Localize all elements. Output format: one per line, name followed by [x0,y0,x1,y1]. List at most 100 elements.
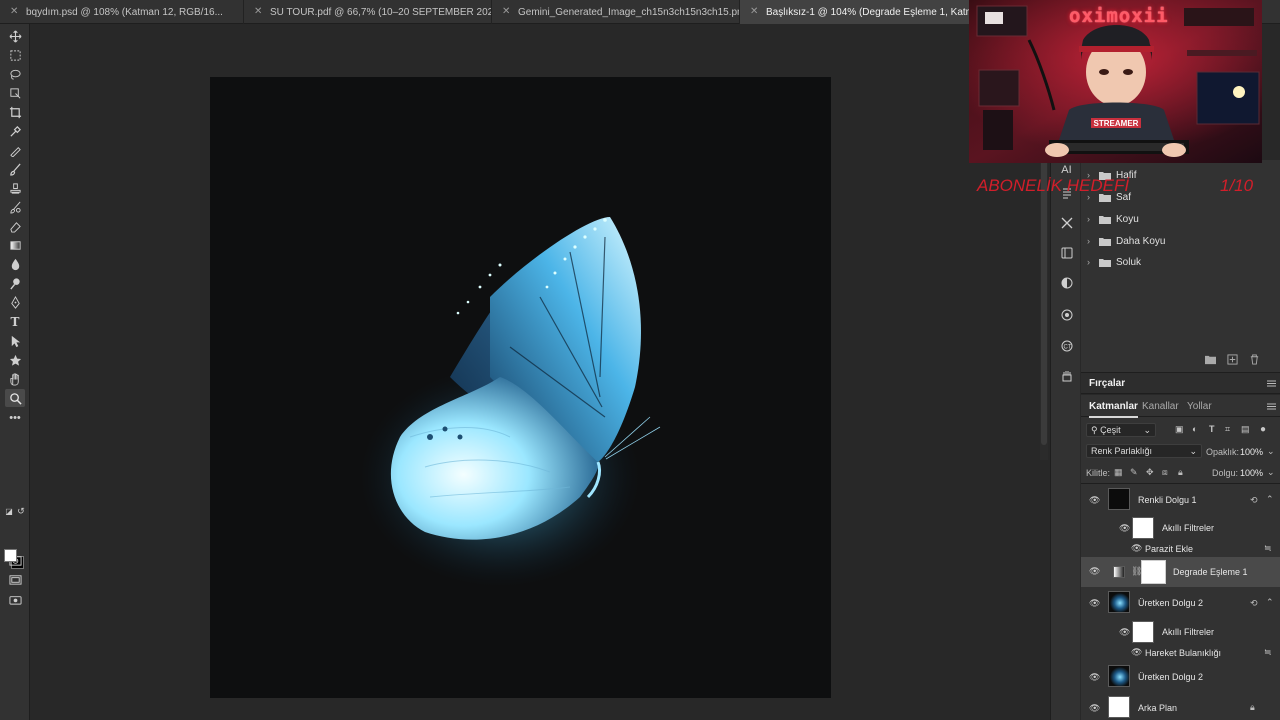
layer-name[interactable]: Arka Plan [1138,703,1177,713]
document-canvas[interactable] [210,77,831,698]
more-tools-icon[interactable]: ••• [5,409,25,427]
chevron-right-icon[interactable]: › [1087,236,1097,246]
smart-object-filter-icon[interactable]: ▤ [1241,424,1251,434]
lock-icon[interactable]: 🔒︎ [1250,702,1260,712]
layer-name[interactable]: Üretken Dolgu 2 [1138,672,1203,682]
close-icon[interactable]: ✕ [10,6,18,17]
lock-transparent-icon[interactable]: ▦ [1114,467,1124,477]
marquee-icon[interactable] [5,46,25,64]
new-preset-icon[interactable] [1227,354,1238,365]
close-icon[interactable]: ✕ [254,6,262,17]
tools-options-icon[interactable] [1059,215,1074,230]
layer-name[interactable]: Üretken Dolgu 2 [1138,598,1203,608]
blur-icon[interactable] [5,255,25,273]
layer-mask-thumbnail[interactable] [1141,560,1166,584]
chevron-down-icon[interactable]: ⌄ [1267,467,1275,478]
layer-row[interactable]: 👁︎ Üretken Dolgu 2 [1081,663,1280,693]
filter-name[interactable]: Hareket Bulanıklığı [1145,648,1221,658]
smart-filters-row[interactable]: 👁︎ Akıllı Filtreler [1081,516,1280,541]
layer-row-selected[interactable]: 👁︎ ⛓︎ Degrade Eşleme 1 [1081,557,1280,587]
object-select-icon[interactable] [5,84,25,102]
shape-filter-icon[interactable]: ⌗ [1225,424,1235,434]
eyedropper-icon[interactable] [5,122,25,140]
eye-icon[interactable]: 👁︎ [1089,598,1100,608]
delete-icon[interactable] [1249,354,1260,365]
panel-menu-icon[interactable] [1267,403,1276,410]
smart-filters-row[interactable]: 👁︎ Akıllı Filtreler [1081,620,1280,645]
tab-bqydim[interactable]: ✕ bqydım.psd @ 108% (Katman 12, RGB/16..… [0,0,244,24]
type-icon[interactable]: T [5,313,25,331]
blend-mode-select[interactable]: Renk Parlaklığı ⌄ [1086,444,1202,458]
channels-icon[interactable]: CT [1059,338,1074,353]
spot-heal-icon[interactable] [5,141,25,159]
crop-icon[interactable] [5,103,25,121]
tab-channels[interactable]: Kanallar [1142,401,1179,412]
tab-su-tour[interactable]: ✕ SU TOUR.pdf @ 66,7% (10–20 SEPTEMBER 2… [244,0,492,24]
eye-icon[interactable]: 👁︎ [1089,495,1100,505]
new-group-icon[interactable] [1205,354,1216,365]
lock-all-icon[interactable]: 🔒︎ [1178,467,1188,477]
lock-image-icon[interactable]: ✎ [1130,467,1140,477]
smart-filter-icon[interactable]: ⟲ [1250,598,1260,608]
styles-icon[interactable] [1059,307,1074,322]
eye-icon[interactable]: 👁︎ [1131,647,1142,657]
swap-colors-icon[interactable]: ↺ [15,502,27,520]
move-icon[interactable] [5,27,25,45]
pen-icon[interactable] [5,293,25,311]
preset-folder-koyu[interactable]: › Koyu [1081,209,1280,229]
adjustments-icon[interactable] [1059,275,1074,290]
brush-icon[interactable] [5,160,25,178]
layer-row[interactable]: 👁︎ Üretken Dolgu 2 ⟲ ⌃ [1081,589,1280,619]
pixel-filter-icon[interactable]: ▣ [1175,424,1185,434]
eye-icon[interactable]: 👁︎ [1089,672,1100,682]
eye-icon[interactable]: 👁︎ [1131,543,1142,553]
eye-icon[interactable]: 👁︎ [1089,703,1100,713]
tab-basliksiz[interactable]: ✕ Başlıksız-1 @ 104% (Degrade Eşleme 1, … [740,0,970,24]
filter-row[interactable]: 👁︎ Parazit Ekle ≒ [1081,541,1280,556]
foreground-color-swatch[interactable] [4,549,17,562]
lasso-icon[interactable] [5,65,25,83]
tab-layers[interactable]: Katmanlar [1089,401,1138,418]
tab-gemini-image[interactable]: ✕ Gemini_Generated_Image_ch15n3ch15n3ch1… [492,0,740,24]
dodge-icon[interactable] [5,274,25,292]
hand-icon[interactable] [5,370,25,388]
tab-paths[interactable]: Yollar [1187,401,1212,412]
lock-position-icon[interactable]: ✥ [1146,467,1156,477]
eye-icon[interactable]: 👁︎ [1119,627,1130,637]
layer-name[interactable]: Renkli Dolgu 1 [1138,495,1197,505]
filter-toggle-icon[interactable]: ● [1260,424,1270,435]
panel-menu-icon[interactable] [1267,380,1276,387]
history-brush-icon[interactable] [5,198,25,216]
filter-row[interactable]: 👁︎ Hareket Bulanıklığı ≒ [1081,645,1280,660]
close-icon[interactable]: ✕ [750,6,758,17]
preset-folder-soluk[interactable]: › Soluk [1081,252,1280,272]
chevron-right-icon[interactable]: › [1087,257,1097,267]
smart-filter-icon[interactable]: ⟲ [1250,495,1260,505]
close-icon[interactable]: ✕ [502,6,510,17]
eye-icon[interactable]: 👁︎ [1119,523,1130,533]
ai-icon[interactable]: AI [1059,162,1074,177]
path-select-icon[interactable] [5,332,25,350]
chevron-up-icon[interactable]: ⌃ [1266,597,1276,607]
filter-name[interactable]: Parazit Ekle [1145,544,1193,554]
chevron-right-icon[interactable]: › [1087,214,1097,224]
zoom-icon[interactable] [5,389,25,407]
adjustment-filter-icon[interactable]: ◐ [1192,424,1202,434]
layer-name[interactable]: Degrade Eşleme 1 [1173,567,1248,577]
eye-icon[interactable]: 👁︎ [1089,566,1100,576]
clone-stamp-icon[interactable] [5,179,25,197]
layer-filter-select[interactable]: ⚲ Çeşit ⌄ [1086,423,1156,437]
fill-input[interactable]: 100% [1240,468,1263,478]
screen-mode-icon[interactable] [5,570,25,588]
filter-options-icon[interactable]: ≒ [1264,543,1274,553]
opacity-input[interactable]: 100% [1240,447,1263,457]
brushes-panel-header[interactable]: Fırçalar [1081,372,1280,394]
filter-options-icon[interactable]: ≒ [1264,647,1274,657]
chevron-down-icon[interactable]: ⌄ [1267,446,1275,457]
chevron-up-icon[interactable]: ⌃ [1266,494,1276,504]
layer-row[interactable]: 👁︎ Renkli Dolgu 1 ⟲ ⌃ [1081,486,1280,516]
layer-row-background[interactable]: 👁︎ Arka Plan 🔒︎ [1081,694,1280,720]
default-colors-icon[interactable]: ◪ [3,502,15,520]
canvas-workspace[interactable] [31,25,1038,720]
preset-folder-daha-koyu[interactable]: › Daha Koyu [1081,231,1280,251]
